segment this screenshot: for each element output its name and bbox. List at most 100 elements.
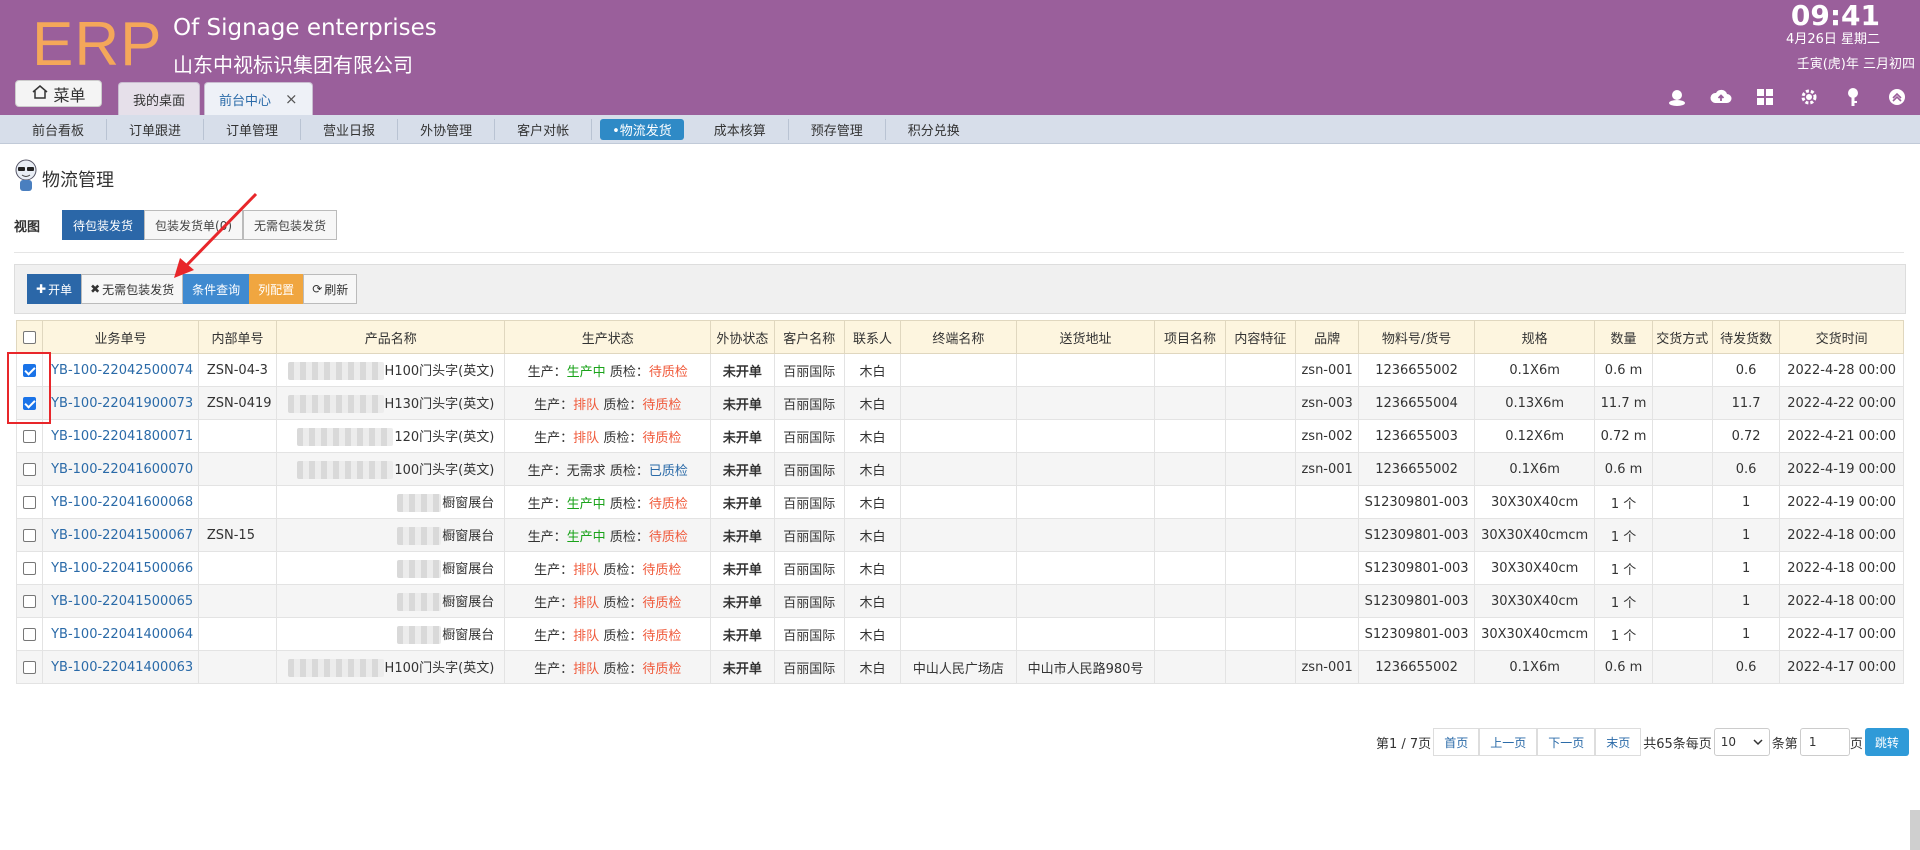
contact-name: 木白	[843, 386, 902, 420]
brand	[1294, 584, 1360, 618]
view-pending-pack[interactable]: 待包装发货	[62, 210, 145, 240]
col-header[interactable]: 生产状态	[504, 320, 712, 354]
apps-grid-icon[interactable]	[1754, 86, 1776, 108]
row-checkbox[interactable]	[23, 429, 37, 443]
row-checkbox[interactable]	[23, 594, 37, 608]
customer-name: 百丽国际	[773, 452, 845, 486]
table-row[interactable]: YB-100-22042500074 ZSN-04-3 H100门头字(英文) 生产：…	[15, 353, 1904, 387]
product-name-text: 橱窗展台	[442, 495, 495, 511]
table-row[interactable]: YB-100-22041600070 100门头字(英文) 生产：无需求 质检：已质…	[15, 452, 1904, 486]
row-select-cell	[15, 650, 44, 684]
table-row[interactable]: YB-100-22041800071 120门头字(英文) 生产：排队 质检：待质检…	[15, 419, 1904, 453]
material-no: S12309801-003	[1358, 518, 1475, 552]
col-header[interactable]: 送货地址	[1015, 320, 1156, 354]
business-no-link[interactable]: YB-100-22041600070	[42, 452, 199, 486]
col-header[interactable]: 待发货数	[1711, 320, 1781, 354]
jump-button[interactable]: 跳转	[1864, 728, 1909, 756]
prod-label: 生产：	[527, 496, 567, 512]
prod-label: 生产：	[527, 364, 567, 380]
no-pack-ship-button[interactable]: ✖ 无需包装发货	[81, 274, 184, 304]
prod-status-value: 排队	[573, 562, 600, 578]
nav-item-points[interactable]: 积分兑换	[886, 119, 982, 140]
col-header[interactable]: 联系人	[843, 320, 902, 354]
cloud-upload-icon[interactable]	[1710, 86, 1732, 108]
close-icon[interactable]: ×	[285, 90, 298, 108]
last-page-button[interactable]: 末页	[1595, 728, 1642, 756]
table-row[interactable]: YB-100-22041500067 ZSN-15 橱窗展台 生产：生产中 质检：待质…	[15, 518, 1904, 552]
key-icon[interactable]	[1842, 86, 1864, 108]
nav-item-prepaid[interactable]: 预存管理	[789, 118, 886, 140]
user-icon[interactable]	[1666, 86, 1688, 108]
product-name-text: H130门头字(英文)	[384, 396, 495, 412]
product-name: 橱窗展台	[276, 518, 506, 552]
nav-item-logistics[interactable]: •物流发货	[600, 118, 684, 140]
page-number-input[interactable]: 1	[1799, 728, 1850, 756]
tab-front-center[interactable]: 前台中心 ×	[204, 82, 313, 115]
col-header[interactable]: 交货时间	[1779, 320, 1904, 354]
tab-my-desktop[interactable]: 我的桌面	[118, 82, 201, 115]
business-no-link[interactable]: YB-100-22041400063	[42, 650, 199, 684]
col-header[interactable]: 终端名称	[900, 320, 1017, 354]
business-no-link[interactable]: YB-100-22041500066	[42, 551, 199, 585]
table-row[interactable]: YB-100-22041400064 橱窗展台 生产：排队 质检：待质检 未开单 百丽国…	[15, 617, 1904, 651]
nav-item-dashboard[interactable]: 前台看板	[10, 118, 108, 140]
prev-page-button[interactable]: 上一页	[1479, 728, 1538, 756]
col-header[interactable]: 项目名称	[1154, 320, 1226, 354]
menu-button[interactable]: 菜单	[15, 80, 102, 107]
table-row[interactable]: YB-100-22041600068 橱窗展台 生产：生产中 质检：待质检 未开单 百丽…	[15, 485, 1904, 519]
col-header[interactable]: 规格	[1473, 320, 1596, 354]
new-order-button[interactable]: ✚ 开单	[27, 274, 82, 304]
delivery-address	[1015, 386, 1156, 420]
row-checkbox[interactable]	[23, 561, 37, 575]
col-header[interactable]: 外协状态	[710, 320, 775, 354]
row-checkbox[interactable]	[23, 660, 37, 674]
per-page-select[interactable]: 10	[1713, 728, 1770, 756]
nav-item-order-follow[interactable]: 订单跟进	[107, 118, 205, 140]
business-no-link[interactable]: YB-100-22041800071	[42, 419, 199, 453]
row-checkbox[interactable]	[23, 627, 37, 641]
col-header[interactable]: 业务单号	[42, 320, 199, 354]
first-page-button[interactable]: 首页	[1433, 728, 1480, 756]
col-header[interactable]: 物料号/货号	[1358, 320, 1475, 354]
table-row[interactable]: YB-100-22041900073 ZSN-0419 H130门头字(英文) 生产：…	[15, 386, 1904, 420]
col-header[interactable]: 数量	[1594, 320, 1653, 354]
nav-item-order-manage[interactable]: 订单管理	[204, 118, 302, 140]
table-row[interactable]: YB-100-22041400063 H100门头字(英文) 生产：排队 质检：待质…	[15, 650, 1904, 684]
row-checkbox[interactable]	[23, 495, 37, 509]
business-no-link[interactable]: YB-100-22041500065	[42, 584, 199, 618]
next-page-button[interactable]: 下一页	[1537, 728, 1596, 756]
table-row[interactable]: YB-100-22041500065 橱窗展台 生产：排队 质检：待质检 未开单 百丽国…	[15, 584, 1904, 618]
table-row[interactable]: YB-100-22041500066 橱窗展台 生产：排队 质检：待质检 未开单 百丽国…	[15, 551, 1904, 585]
col-header[interactable]: 品牌	[1294, 320, 1360, 354]
clock-time: 09:41	[1790, 0, 1880, 32]
business-no-link[interactable]: YB-100-22041900073	[42, 386, 199, 420]
collapse-up-icon[interactable]	[1886, 86, 1908, 108]
select-all-checkbox[interactable]	[23, 330, 37, 344]
business-no-link[interactable]: YB-100-22042500074	[42, 353, 199, 387]
business-no-link[interactable]: YB-100-22041400064	[42, 617, 199, 651]
col-header[interactable]: 客户名称	[773, 320, 845, 354]
row-checkbox[interactable]	[23, 462, 37, 476]
product-name: 橱窗展台	[276, 584, 506, 618]
production-status: 生产：排队 质检：待质检	[504, 617, 712, 651]
nav-item-reconciliation[interactable]: 客户对帐	[495, 118, 593, 140]
nav-item-outsourcing[interactable]: 外协管理	[398, 118, 496, 140]
col-header[interactable]: 内部单号	[197, 320, 278, 354]
nav-item-daily-report[interactable]: 营业日报	[301, 118, 399, 140]
gear-icon[interactable]	[1798, 86, 1820, 108]
business-no-link[interactable]: YB-100-22041600068	[42, 485, 199, 519]
refresh-button[interactable]: ⟳ 刷新	[303, 274, 358, 304]
col-header[interactable]: 产品名称	[276, 320, 506, 354]
qc-status-value: 待质检	[648, 364, 688, 380]
col-header[interactable]: 内容特征	[1224, 320, 1297, 354]
project-name	[1154, 353, 1226, 387]
business-no-link[interactable]: YB-100-22041500067	[42, 518, 199, 552]
scrollbar-thumb[interactable]	[1910, 810, 1920, 850]
qc-status-value: 待质检	[648, 529, 688, 545]
quantity: 1 个	[1594, 518, 1653, 552]
row-checkbox[interactable]	[23, 528, 37, 542]
terminal-name	[900, 617, 1017, 651]
nav-item-costing[interactable]: 成本核算	[692, 118, 789, 140]
col-header[interactable]: 交货方式	[1651, 320, 1713, 354]
divider	[14, 252, 1904, 253]
